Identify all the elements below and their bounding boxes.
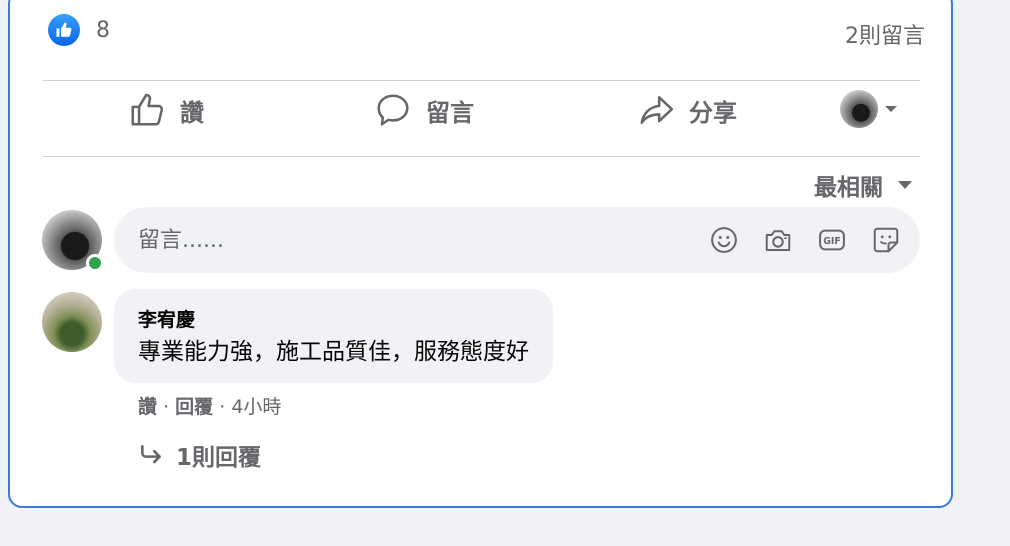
post-as-selector[interactable] (840, 90, 898, 128)
comment-count-link[interactable]: 2則留言 (845, 18, 925, 50)
meta-separator: · (219, 396, 232, 418)
post-card: 8 2則留言 讚 留言 分享 最相關 留言...... GIF 李宥慶 專業能力… (8, 0, 953, 508)
comment-author[interactable]: 李宥慶 (138, 307, 529, 333)
thumbs-up-icon (131, 93, 164, 126)
comment-timestamp[interactable]: 4小時 (231, 396, 281, 418)
sticker-icon[interactable] (870, 224, 902, 256)
speech-bubble-icon (377, 94, 409, 126)
like-icon (48, 14, 80, 46)
share-button-label: 分享 (689, 98, 737, 127)
share-arrow-icon (640, 96, 674, 124)
like-button-label: 讚 (180, 98, 204, 127)
avatar (840, 90, 878, 128)
caret-down-icon (898, 181, 912, 189)
share-button[interactable]: 分享 (637, 90, 737, 130)
svg-text:GIF: GIF (823, 236, 841, 247)
reaction-summary[interactable]: 8 (48, 14, 110, 46)
comment-text: 專業能力強，施工品質佳，服務態度好 (138, 339, 529, 365)
comment-like-link[interactable]: 讚 (138, 396, 157, 418)
current-user-avatar[interactable] (42, 210, 104, 272)
smiley-icon[interactable] (708, 224, 740, 256)
comment-bubble: 李宥慶 專業能力強，施工品質佳，服務態度好 (114, 289, 553, 383)
comment-sort-dropdown[interactable]: 最相關 (814, 168, 913, 202)
commenter-avatar[interactable] (42, 292, 102, 352)
comment-composer[interactable]: GIF (114, 207, 920, 273)
replies-count-label: 1則回覆 (176, 445, 262, 471)
sort-label: 最相關 (814, 175, 883, 201)
camera-icon[interactable] (762, 224, 794, 256)
divider (43, 156, 920, 157)
reaction-count: 8 (96, 17, 110, 43)
like-button[interactable]: 讚 (128, 90, 204, 130)
comment-button[interactable]: 留言 (374, 90, 474, 130)
divider (43, 80, 920, 81)
page-background (953, 0, 1010, 546)
gif-icon[interactable]: GIF (816, 224, 848, 256)
comment-button-label: 留言 (426, 98, 474, 127)
comment-meta: 讚 · 回覆 · 4小時 (138, 392, 281, 419)
online-status-dot (86, 254, 104, 272)
reply-arrow-icon (141, 445, 161, 464)
meta-separator: · (163, 396, 176, 418)
view-replies-link[interactable]: 1則回覆 (138, 438, 261, 472)
comment-input[interactable] (138, 227, 678, 253)
caret-down-icon (885, 106, 897, 112)
comment-reply-link[interactable]: 回覆 (175, 396, 213, 418)
